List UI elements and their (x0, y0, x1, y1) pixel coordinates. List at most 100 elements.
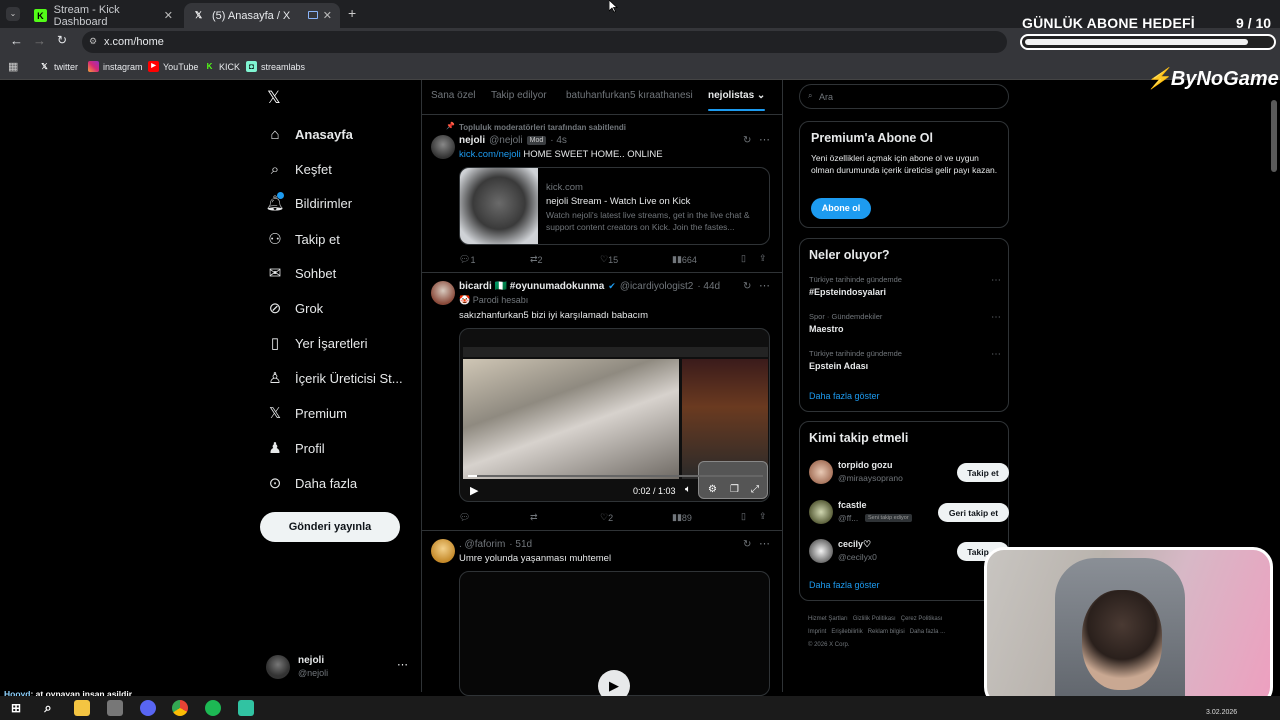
forward-icon[interactable]: → (33, 33, 46, 48)
reply-button[interactable]: 💬︎ 1 (459, 254, 475, 265)
more-icon[interactable]: ⋯ (759, 537, 770, 550)
like-button[interactable]: ♡ 2 (600, 512, 613, 523)
follow-suggestion[interactable]: cecily♡ @cecilyx0 Takip et (809, 537, 1009, 565)
post-button[interactable]: Gönderi yayınla (260, 512, 400, 542)
sidebar-item-yer-i-şaretleri[interactable]: ▯ Yer İşaretleri (266, 334, 368, 352)
back-icon[interactable]: ← (10, 33, 23, 48)
footer-link[interactable]: Reklam bilgisi (868, 629, 905, 635)
follow-suggestion[interactable]: torpido gozu @miraaysoprano Takip et (809, 458, 1009, 486)
tab-list-kiraathanesi[interactable]: batuhanfurkan5 kıraathanesi (566, 90, 693, 101)
like-button[interactable]: ♡ 15 (600, 254, 618, 265)
sidebar-item-keşfet[interactable]: ⌕ Keşfet (266, 160, 332, 178)
footer-link[interactable]: Erişilebilirlik (831, 629, 862, 635)
tab-following[interactable]: Takip edilyor (491, 90, 547, 101)
video-player[interactable]: ▶ (459, 571, 770, 702)
avatar[interactable] (431, 539, 455, 563)
more-icon[interactable]: ⋯ (991, 349, 1001, 360)
follow-button[interactable]: Geri takip et (938, 503, 1009, 522)
sidebar-item-bildirimler[interactable]: 🔔︎ Bildirimler (265, 192, 352, 212)
sidebar-item-takip-et[interactable]: ⚇ Takip et (266, 230, 340, 248)
follow-button[interactable]: Takip et (957, 463, 1009, 482)
share-icon[interactable]: ⇪ (759, 253, 767, 264)
grok-icon[interactable]: ↻ (743, 135, 751, 146)
post-link[interactable]: kick.com/nejoli (459, 149, 521, 160)
author-name[interactable]: bicardi 🇳🇬 #oyunumadokunma (459, 281, 604, 292)
grok-icon[interactable]: ↻ (743, 539, 751, 550)
share-icon[interactable]: ⇪ (759, 511, 767, 522)
new-tab-icon[interactable]: + (348, 5, 356, 21)
repost-button[interactable]: ⇄ 2 (530, 254, 543, 265)
author-handle[interactable]: @icardiyologist2 (620, 281, 694, 292)
views-button[interactable]: ▮▮ 89 (672, 512, 692, 523)
link-card[interactable]: kick.com nejoli Stream - Watch Live on K… (459, 167, 770, 245)
windows-start-icon[interactable]: ⊞ (8, 700, 24, 716)
bookmark-twitter[interactable]: 𝕏twitter (39, 61, 78, 72)
more-icon[interactable]: ⋯ (759, 133, 770, 146)
tab-kick-dashboard[interactable]: K Stream - Kick Dashboard ✕ (26, 3, 181, 28)
sidebar-item-grok[interactable]: ⊘ Grok (266, 299, 323, 317)
show-more-trends[interactable]: Daha fazla göster (809, 391, 880, 401)
more-icon[interactable]: ⋯ (397, 658, 408, 671)
x-logo-icon[interactable]: 𝕏 (267, 88, 281, 108)
views-button[interactable]: ▮▮ 664 (672, 254, 697, 265)
trend-item[interactable]: Türkiye tarihinde gündemde Epstein Adası ⋯ (809, 349, 1001, 379)
account-switcher[interactable]: nejoli @nejoli ⋯ (266, 654, 411, 682)
tab-for-you[interactable]: Sana özel (431, 90, 475, 101)
author-name[interactable]: nejoli (459, 135, 485, 146)
pip-icon[interactable]: ❐ (730, 484, 739, 495)
spotify-icon[interactable] (205, 700, 221, 716)
app-icon[interactable] (107, 700, 123, 716)
sidebar-item-anasayfa[interactable]: ⌂ Anasayfa (266, 125, 352, 143)
fullscreen-icon[interactable]: ⤢ (751, 484, 759, 495)
tab-x-home[interactable]: 𝕏 (5) Anasayfa / X ✕ (184, 3, 340, 28)
sidebar-item-sohbet[interactable]: ✉ Sohbet (266, 264, 337, 282)
show-more-follow[interactable]: Daha fazla göster (809, 580, 880, 590)
footer-link[interactable]: Imprint (808, 629, 826, 635)
more-icon[interactable]: ⋯ (991, 275, 1001, 286)
site-info-icon[interactable]: ⚙ (89, 36, 97, 47)
streamlabs-icon[interactable] (238, 700, 254, 716)
post-time[interactable]: · 51d (509, 539, 532, 550)
tab-search-button[interactable]: ⌄ (6, 7, 20, 21)
footer-link[interactable]: Daha fazla ... (910, 629, 945, 635)
search-input[interactable]: ⌕ Ara (799, 84, 1009, 109)
bookmark-streamlabs[interactable]: ◘ streamlabs (246, 61, 305, 72)
bookmark-youtube[interactable]: ▶ YouTube (148, 61, 198, 72)
sidebar-item-premium[interactable]: 𝕏 Premium (266, 404, 347, 422)
trend-item[interactable]: Spor · Gündemdekiler Maestro ⋯ (809, 312, 1001, 342)
sidebar-item-i-çerik-üreticisi-st[interactable]: ♙ İçerik Üreticisi St... (266, 369, 402, 387)
author-handle[interactable]: . @faforim (459, 539, 505, 550)
more-icon[interactable]: ⋯ (991, 312, 1001, 323)
close-tab-icon[interactable]: ✕ (164, 9, 173, 22)
footer-link[interactable]: Gizlilik Politikası (853, 616, 896, 622)
address-bar[interactable]: ⚙ x.com/home (82, 31, 1007, 53)
bookmark-icon[interactable]: ▯ (741, 253, 746, 264)
reload-icon[interactable]: ↻ (57, 33, 67, 47)
volume-icon[interactable]: 🔈︎ (685, 484, 691, 495)
video-progress-bar[interactable] (468, 475, 763, 477)
sidebar-item-profil[interactable]: ♟ Profil (266, 439, 324, 457)
sidebar-item-daha-fazla[interactable]: ⊙ Daha fazla (266, 474, 357, 492)
reply-button[interactable]: 💬︎ (459, 512, 470, 523)
subscribe-button[interactable]: Abone ol (811, 198, 871, 219)
search-icon[interactable]: ⌕ (40, 700, 56, 716)
chrome-icon[interactable] (172, 700, 188, 716)
author-handle[interactable]: @nejoli (489, 135, 523, 146)
footer-link[interactable]: Hizmet Şartları (808, 616, 848, 622)
settings-icon[interactable]: ⚙ (708, 484, 717, 495)
footer-link[interactable]: Çerez Politikası (901, 616, 943, 622)
avatar[interactable] (431, 281, 455, 305)
repost-button[interactable]: ⇄ (530, 512, 538, 523)
video-player[interactable]: ▶ 0:02 / 1:03 🔈︎ ⚙ ❐ ⤢ (459, 328, 770, 502)
follow-suggestion[interactable]: fcastle @ff... Seni takip ediyor Geri takip… (809, 498, 1009, 526)
post-time[interactable]: · 4s (550, 135, 567, 146)
bookmark-instagram[interactable]: instagram (88, 61, 143, 72)
bookmark-kick[interactable]: K KICK (204, 61, 240, 72)
trend-item[interactable]: Türkiye tarihinde gündemde #Epsteindosyal… (809, 275, 1001, 305)
play-icon[interactable]: ▶ (470, 484, 478, 497)
post-time[interactable]: · 44d (697, 281, 720, 292)
chevron-down-icon[interactable]: ⌄ (757, 90, 765, 101)
file-explorer-icon[interactable] (74, 700, 90, 716)
avatar[interactable] (431, 135, 455, 159)
page-scrollbar[interactable] (1271, 100, 1277, 172)
